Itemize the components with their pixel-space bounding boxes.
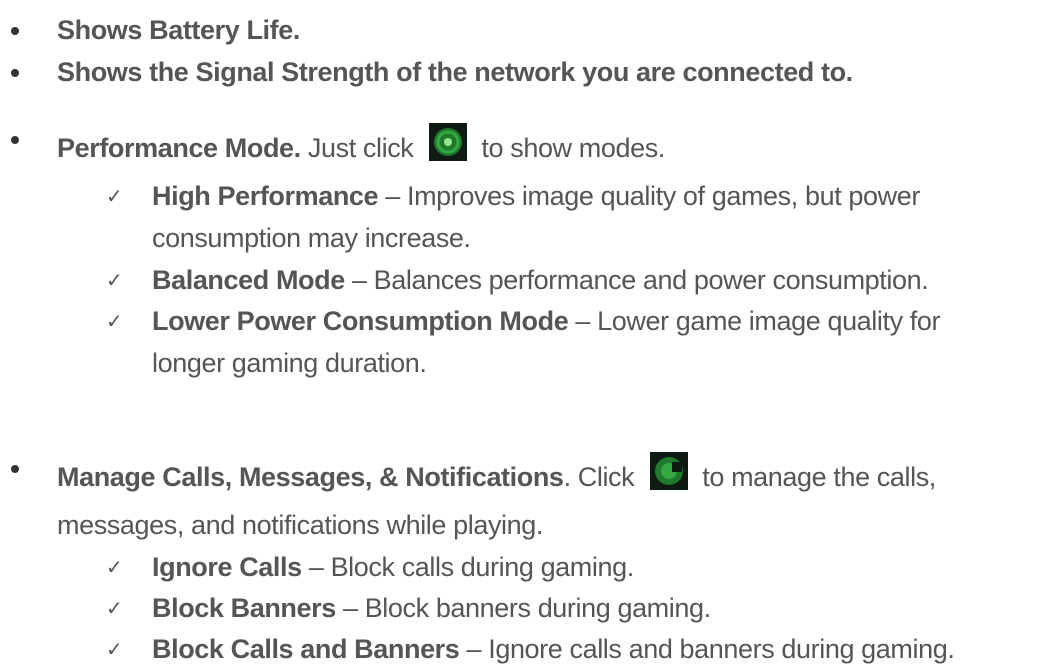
- bullet-dot: [11, 27, 19, 35]
- signal-item: Shows the Signal Strength of the network…: [57, 57, 853, 87]
- battery-item: Shows Battery Life.: [57, 15, 300, 45]
- performance-text-after: to show modes.: [481, 133, 665, 163]
- bullet-dot: [11, 465, 19, 473]
- mode-desc: – Balances performance and power consump…: [344, 265, 929, 295]
- option-name: Block Calls and Banners: [152, 634, 460, 664]
- mode-item-low-power: Lower Power Consumption Mode – Lower gam…: [152, 305, 941, 337]
- mode-desc: – Improves image quality of games, but p…: [378, 181, 920, 211]
- calls-title: Manage Calls, Messages, & Notifications: [57, 462, 564, 492]
- calls-text-after: to manage the calls,: [702, 462, 936, 492]
- check-icon: ✓: [106, 268, 123, 292]
- mode-desc: – Lower game image quality for: [568, 306, 941, 336]
- mode-name: Balanced Mode: [152, 265, 345, 295]
- option-desc: – Block calls during gaming.: [301, 552, 634, 582]
- razer-performance-icon[interactable]: [429, 123, 468, 161]
- option-name: Ignore Calls: [152, 552, 302, 582]
- option-name: Block Banners: [152, 593, 336, 623]
- option-block-banners: Block Banners – Block banners during gam…: [152, 592, 711, 624]
- performance-title: Performance Mode.: [57, 133, 301, 163]
- mode-name: High Performance: [152, 181, 379, 211]
- mode-item-high-performance-cont: consumption may increase.: [152, 223, 471, 253]
- option-ignore-calls: Ignore Calls – Block calls during gaming…: [152, 551, 634, 583]
- check-icon: ✓: [106, 184, 123, 208]
- bullet-dot: [11, 69, 19, 77]
- bullet-dot: [11, 136, 19, 144]
- check-icon: ✓: [106, 309, 123, 333]
- mode-item-balanced: Balanced Mode – Balances performance and…: [152, 264, 929, 296]
- option-desc: – Block banners during gaming.: [335, 593, 711, 623]
- performance-item: Performance Mode. Just click to show mod…: [57, 123, 665, 164]
- calls-item: Manage Calls, Messages, & Notifications.…: [57, 452, 936, 493]
- performance-text-before: Just click: [300, 133, 414, 163]
- check-icon: ✓: [106, 596, 123, 620]
- calls-continuation: messages, and notifications while playin…: [57, 510, 543, 540]
- razer-notifications-icon[interactable]: [650, 452, 689, 490]
- option-desc: – Ignore calls and banners during gaming…: [459, 634, 955, 664]
- mode-item-low-power-cont: longer gaming duration.: [152, 348, 427, 378]
- option-block-calls-and-banners: Block Calls and Banners – Ignore calls a…: [152, 633, 955, 665]
- check-icon: ✓: [106, 637, 123, 661]
- check-icon: ✓: [106, 555, 123, 579]
- mode-item-high-performance: High Performance – Improves image qualit…: [152, 180, 920, 212]
- calls-text-before: . Click: [563, 462, 635, 492]
- mode-name: Lower Power Consumption Mode: [152, 306, 569, 336]
